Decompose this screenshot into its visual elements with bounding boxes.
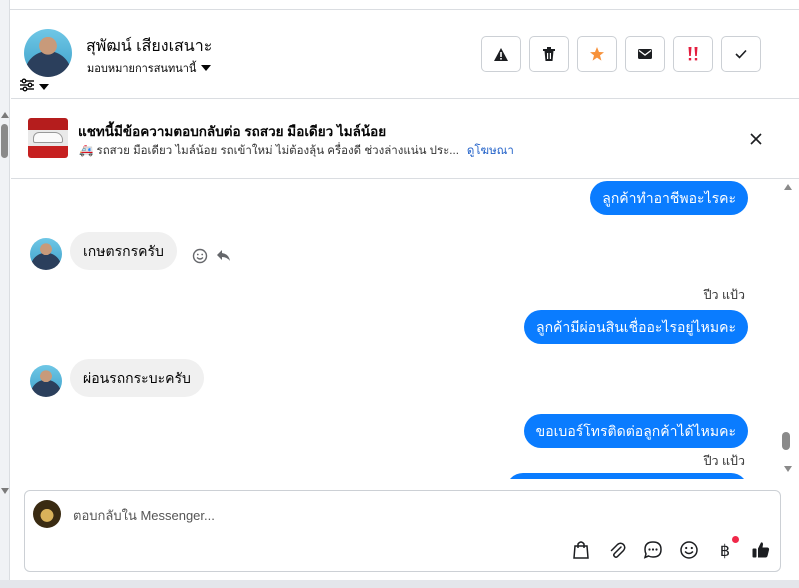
notification-dot bbox=[732, 536, 739, 543]
like-button[interactable] bbox=[750, 539, 772, 561]
page-avatar bbox=[33, 500, 61, 528]
assign-conversation-dropdown[interactable]: มอบหมายการสนทนานี้ bbox=[87, 59, 212, 77]
exclamation-icon bbox=[688, 47, 698, 61]
emoji-button[interactable] bbox=[678, 539, 700, 561]
contact-avatar[interactable] bbox=[24, 29, 72, 77]
emoji-icon bbox=[680, 541, 698, 559]
scroll-down-arrow-icon[interactable] bbox=[784, 466, 792, 472]
star-icon bbox=[590, 47, 604, 61]
trash-icon bbox=[543, 47, 555, 61]
message-thread[interactable]: ลูกค้าทำอาชีพอะไรคะ เกษตรกรครับ ปีว แป้ว… bbox=[11, 179, 781, 479]
delete-button[interactable] bbox=[529, 36, 569, 72]
close-banner-button[interactable] bbox=[748, 131, 764, 147]
react-emoji-icon[interactable] bbox=[192, 248, 208, 264]
ad-description-text: 🚑 รถสวย มือเดียว ไมล์น้อย รถเข้าใหม่ ไม่… bbox=[79, 145, 459, 157]
ad-thumbnail[interactable] bbox=[28, 118, 68, 158]
contact-name[interactable]: สุพัฒน์ เสียงเสนาะ bbox=[86, 34, 212, 59]
paperclip-icon bbox=[610, 542, 626, 558]
ad-banner-description: 🚑 รถสวย มือเดียว ไมล์น้อย รถเข้าใหม่ ไม่… bbox=[79, 142, 514, 160]
bottom-edge bbox=[0, 580, 799, 588]
spam-button[interactable] bbox=[481, 36, 521, 72]
incoming-message[interactable]: ผ่อนรถกระบะครับ bbox=[70, 359, 204, 397]
priority-button[interactable] bbox=[673, 36, 713, 72]
chevron-down-icon bbox=[39, 84, 49, 90]
close-icon bbox=[750, 133, 762, 145]
scroll-up-arrow-icon[interactable] bbox=[1, 112, 9, 118]
scroll-thumb[interactable] bbox=[1, 124, 8, 158]
reply-input[interactable] bbox=[73, 505, 673, 525]
left-scrollbar[interactable] bbox=[0, 0, 10, 588]
shop-button[interactable] bbox=[570, 539, 592, 561]
outgoing-message[interactable]: ลูกค้าทำอาชีพอะไรคะ bbox=[590, 181, 748, 215]
warning-icon bbox=[494, 47, 508, 61]
saved-reply-icon bbox=[643, 541, 662, 559]
outgoing-message-partial[interactable] bbox=[506, 473, 748, 479]
attach-button[interactable] bbox=[606, 539, 628, 561]
shopping-bag-icon bbox=[573, 541, 589, 559]
composer-toolbar: ฿ bbox=[570, 536, 772, 561]
chevron-down-icon bbox=[201, 65, 212, 71]
sender-name: ปีว แป้ว bbox=[703, 454, 745, 468]
done-button[interactable] bbox=[721, 36, 761, 72]
filter-dropdown[interactable] bbox=[19, 77, 53, 93]
contact-avatar-small[interactable] bbox=[30, 365, 62, 397]
car-image bbox=[33, 132, 63, 143]
conversation-header: สุพัฒน์ เสียงเสนาะ มอบหมายการสนทนานี้ bbox=[11, 10, 799, 98]
mark-unread-button[interactable] bbox=[625, 36, 665, 72]
saved-replies-button[interactable] bbox=[642, 539, 664, 561]
ad-reply-banner: แชทนี้มีข้อความตอบกลับต่อ รถสวย มือเดียว… bbox=[11, 99, 799, 179]
follow-up-button[interactable] bbox=[577, 36, 617, 72]
scroll-down-arrow-icon[interactable] bbox=[1, 488, 9, 494]
payment-button[interactable]: ฿ bbox=[714, 536, 739, 561]
conversation-actions bbox=[481, 36, 761, 72]
check-icon bbox=[735, 49, 747, 59]
message-actions bbox=[192, 248, 232, 264]
assign-label: มอบหมายการสนทนานี้ bbox=[87, 63, 197, 75]
envelope-icon bbox=[638, 49, 652, 59]
ad-banner-title: แชทนี้มีข้อความตอบกลับต่อ รถสวย มือเดียว… bbox=[78, 124, 387, 139]
incoming-message[interactable]: เกษตรกรครับ bbox=[70, 232, 177, 270]
inbox-conversation-panel: สุพัฒน์ เสียงเสนาะ มอบหมายการสนทนานี้ แช… bbox=[0, 0, 799, 588]
outgoing-message[interactable]: ขอเบอร์โทรติดต่อลูกค้าได้ไหมคะ bbox=[523, 414, 748, 448]
baht-icon: ฿ bbox=[719, 540, 731, 560]
view-ad-link[interactable]: ดูโฆษณา bbox=[467, 145, 514, 157]
sliders-icon bbox=[20, 78, 34, 92]
scroll-thumb[interactable] bbox=[782, 432, 790, 450]
scroll-up-arrow-icon[interactable] bbox=[784, 184, 792, 190]
like-icon bbox=[752, 542, 770, 558]
reply-icon[interactable] bbox=[216, 249, 232, 263]
sender-name: ปีว แป้ว bbox=[703, 288, 745, 302]
contact-avatar-small[interactable] bbox=[30, 238, 62, 270]
message-composer: ฿ bbox=[24, 490, 781, 572]
outgoing-message[interactable]: ลูกค้ามีผ่อนสินเชื่ออะไรอยู่ไหมคะ bbox=[524, 310, 748, 344]
thread-scrollbar[interactable] bbox=[781, 179, 799, 479]
